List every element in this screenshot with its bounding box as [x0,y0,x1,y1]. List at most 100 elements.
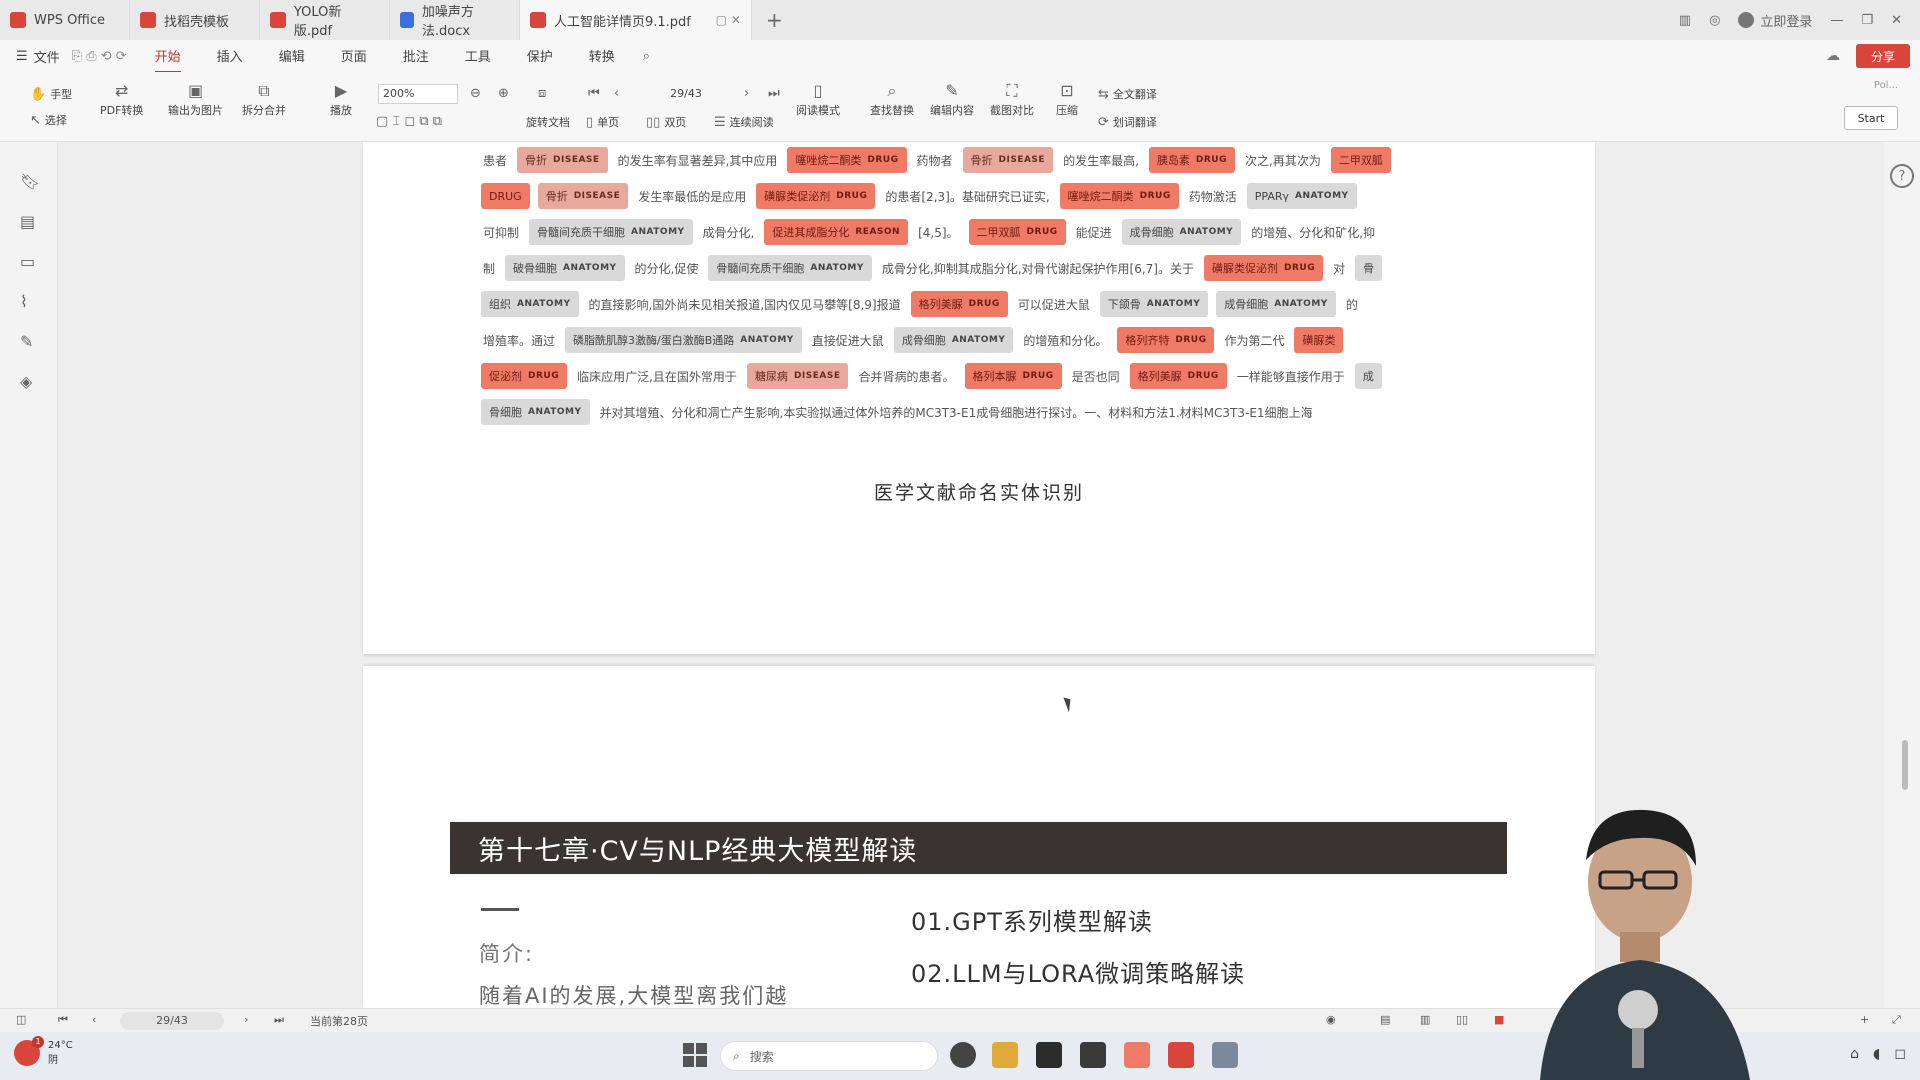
status-page-input[interactable]: 29/43 [120,1012,224,1030]
menu-item-5[interactable]: 工具 [465,40,491,73]
ide-icon[interactable] [1080,1042,1106,1068]
file-menu[interactable]: ☰ 文件 [16,47,60,66]
intro-label: 简介: [479,942,535,966]
full-translate-button[interactable]: ⇆ 全文翻译 [1098,86,1157,102]
tab-4[interactable]: 人工智能详情页9.1.pdf ▢ ✕ [520,0,752,40]
cloud-icon[interactable]: ☁ [1826,48,1840,64]
find-replace-button[interactable]: ⌕ 查找替换 [870,80,914,118]
view-icons[interactable]: ▢ ⌶ ◻ ⧉ ⧉ [376,114,442,129]
wps-icon[interactable] [1168,1042,1194,1068]
first-page-icon[interactable]: ⏮ [588,86,600,101]
read-mode-button[interactable]: ▯ 阅读模式 [796,80,840,118]
menu-item-6[interactable]: 保护 [527,40,553,73]
layout-icon[interactable]: ▥ [1679,13,1691,28]
notification-icon[interactable]: ◻ [1894,1046,1906,1062]
share-button[interactable]: 分享 [1856,44,1910,68]
layers-icon[interactable]: ◈ [20,372,32,391]
next-page-icon[interactable]: › [744,86,749,101]
book-icon: ▯ [813,81,823,100]
tab-close-icon[interactable]: ▢ ✕ [700,13,741,27]
fit-page-icon[interactable]: ⧈ [538,86,546,101]
entity-label: ANATOMY [528,407,582,417]
edit-content-button[interactable]: ✎ 编辑内容 [930,80,974,118]
menu-item-2[interactable]: 编辑 [279,40,305,73]
continuous-read-button[interactable]: ☰ 连续阅读 [714,114,774,130]
volume-icon[interactable]: ◖ [1873,1046,1880,1062]
status-last-page-icon[interactable]: ⏭ [274,1013,284,1027]
quick-access-icons[interactable]: ⎘ ⎙ ⟲ ⟳ [72,49,127,64]
fullscreen-icon[interactable]: ⤢ [1892,1013,1901,1027]
search-icon[interactable]: ⌕ [643,49,650,64]
status-prev-page-icon[interactable]: ‹ [92,1013,96,1026]
bookmark-icon[interactable]: 🔖︎ [20,172,40,191]
sidebar-toggle-icon[interactable]: ◫ [16,1013,26,1026]
double-page-button[interactable]: ▯▯ 双页 [646,114,686,130]
tab-label: 加噪声方法.docx [421,5,474,39]
status-next-page-icon[interactable]: › [244,1013,248,1026]
compare-button[interactable]: ⛶ 截图对比 [990,80,1034,118]
eye-icon[interactable]: ◉ [1326,1013,1336,1026]
menu-item-4[interactable]: 批注 [403,40,429,73]
menu-item-3[interactable]: 页面 [341,40,367,73]
zoom-out-icon[interactable]: ⊖ [470,86,481,101]
single-page-button[interactable]: ▯ 单页 [586,114,619,130]
entity-label: DISEASE [573,191,621,201]
play-button[interactable]: ▶ 播放 [330,80,352,118]
view-double-icon[interactable]: ▯▯ [1456,1013,1468,1026]
signature-icon[interactable]: ✎ [20,332,33,351]
zoom-select[interactable]: 200% [378,84,458,104]
pdf-convert-button[interactable]: ⇄ PDF转换 [100,80,143,118]
zoom-in-icon[interactable]: ⊕ [498,86,509,101]
tab-1[interactable]: 找稻壳模板 [130,0,260,40]
windows-start-icon[interactable] [683,1043,707,1067]
entity-drug: DRUG [481,183,530,209]
browser-icon[interactable] [950,1042,976,1068]
entity-text: 骨折 [525,154,548,167]
start-button[interactable]: Start [1844,106,1898,130]
tab-0[interactable]: WPS Office [0,0,130,40]
restore-icon[interactable]: ❐ [1861,13,1873,28]
last-page-icon[interactable]: ⏭ [768,86,780,101]
skin-icon[interactable]: ◎ [1709,13,1720,28]
scrollbar-thumb[interactable] [1902,740,1908,790]
help-icon[interactable]: ? [1890,164,1914,188]
view-pdf-icon[interactable]: ■ [1494,1013,1504,1026]
compress-button[interactable]: ⊡ 压缩 [1056,80,1078,118]
login-button[interactable]: 立即登录 [1738,11,1812,30]
tool-icon[interactable] [1212,1042,1238,1068]
weather-widget[interactable]: 1 24°C 阴 [14,1036,73,1066]
export-image-button[interactable]: ▣ 输出为图片 [168,80,223,118]
comment-icon[interactable]: ▭ [20,252,35,271]
page-number-input[interactable]: 29/43 [658,84,714,104]
entity-anatomy: 成骨细胞 ANATOMY [1216,291,1336,317]
menu-item-0[interactable]: 开始 [154,40,181,73]
tab-label: WPS Office [34,12,106,28]
view-single-icon[interactable]: ▤ [1380,1013,1390,1026]
close-window-icon[interactable]: ✕ [1891,13,1902,28]
select-tool-button[interactable]: ↖ 选择 [30,112,67,128]
hand-tool-button[interactable]: ✋ 手型 [30,86,72,102]
menu-item-1[interactable]: 插入 [217,40,243,73]
entity-text: 成骨细胞 [1129,226,1174,239]
status-first-page-icon[interactable]: ⏮ [58,1013,68,1027]
ner-plain-text: 制 [483,261,496,276]
folder-icon[interactable] [992,1042,1018,1068]
tab-3[interactable]: 加噪声方法.docx [390,0,520,40]
taskbar-search[interactable]: ⌕ 搜索 [720,1041,938,1071]
tab-2[interactable]: YOLO新版.pdf [260,0,390,40]
thumbnail-icon[interactable]: ▤ [20,212,35,231]
magnifier-icon: ⌕ [887,81,897,100]
minimize-icon[interactable]: — [1830,13,1843,28]
word-translate-button[interactable]: ⟳ 划词翻译 [1098,114,1157,130]
split-merge-button[interactable]: ⧉ 拆分合并 [242,80,286,118]
attachment-icon[interactable]: ⌇ [20,292,28,311]
rotate-button[interactable]: 旋转文档 [526,114,570,130]
zoom-plus-icon[interactable]: + [1860,1013,1869,1026]
menu-item-7[interactable]: 转换 [589,40,615,73]
network-icon[interactable]: ⌂ [1850,1046,1859,1062]
terminal-icon[interactable] [1036,1042,1062,1068]
prev-page-icon[interactable]: ‹ [614,86,619,101]
app-icon[interactable] [1124,1042,1150,1068]
new-tab-icon[interactable]: + [766,8,783,32]
view-continuous-icon[interactable]: ▥ [1420,1013,1430,1026]
